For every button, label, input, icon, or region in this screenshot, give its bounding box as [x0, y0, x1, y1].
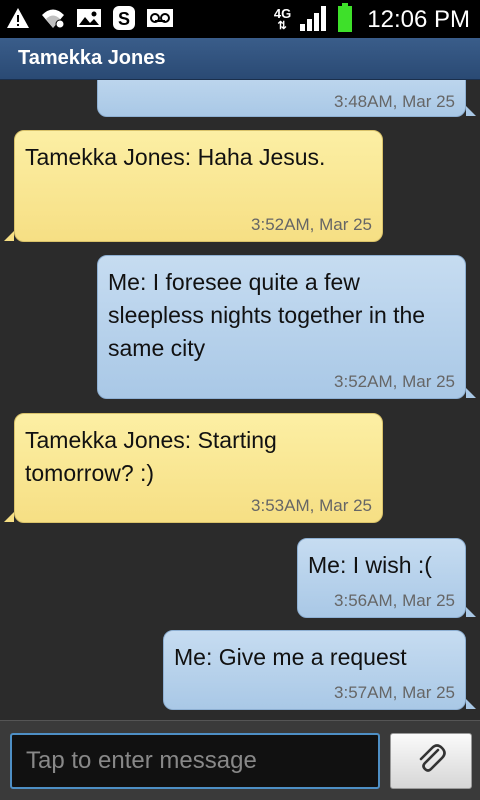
message-input[interactable] — [10, 733, 380, 789]
svg-text:S: S — [118, 9, 130, 29]
paperclip-icon — [414, 742, 448, 780]
message-timestamp: 3:52AM, Mar 25 — [334, 372, 455, 391]
message-text: Tamekka Jones: Starting tomorrow? :) — [25, 427, 277, 486]
status-bar: S 4G ⇅ 12:06 PM — [0, 0, 480, 38]
wifi-icon — [40, 6, 66, 34]
message-timestamp: 3:56AM, Mar 25 — [334, 591, 455, 610]
message-text: Tamekka Jones: Haha Jesus. — [25, 144, 326, 170]
battery-icon — [337, 3, 353, 37]
message-text: Me: Give me a request — [174, 644, 407, 670]
attach-button[interactable] — [390, 733, 472, 789]
bubble-tail — [4, 512, 14, 522]
message-bubble-incoming[interactable]: Tamekka Jones: Starting tomorrow? :) 3:5… — [14, 413, 383, 523]
message-text: Me: I wish :( — [308, 552, 432, 578]
message-bubble-incoming[interactable]: Tamekka Jones: Haha Jesus. 3:52AM, Mar 2… — [14, 130, 383, 242]
message-bubble-outgoing[interactable]: Me: I foresee quite a few sleepless nigh… — [97, 255, 466, 399]
message-timestamp: 3:52AM, Mar 25 — [251, 215, 372, 234]
bubble-tail — [466, 607, 476, 617]
notification-icons: S — [6, 5, 174, 35]
image-icon — [76, 6, 102, 34]
message-bubble-outgoing[interactable]: Me: I wish :( 3:56AM, Mar 25 — [297, 538, 466, 618]
skype-icon: S — [112, 5, 136, 35]
bubble-tail — [466, 699, 476, 709]
system-indicators: 4G ⇅ 12:06 PM — [274, 3, 470, 37]
conversation-header: Tamekka Jones — [0, 38, 480, 80]
warning-icon — [6, 6, 30, 34]
bubble-tail — [466, 106, 476, 116]
bubble-tail — [466, 388, 476, 398]
message-timestamp: 3:57AM, Mar 25 — [334, 683, 455, 702]
network-type: 4G ⇅ — [273, 6, 292, 32]
signal-icon — [299, 4, 329, 36]
contact-name: Tamekka Jones — [18, 47, 166, 69]
message-bubble-outgoing[interactable]: 3:48AM, Mar 25 — [97, 80, 466, 117]
clock: 12:06 PM — [367, 6, 470, 33]
voicemail-icon — [146, 6, 174, 34]
message-timestamp: 3:53AM, Mar 25 — [251, 496, 372, 515]
message-text: Me: I foresee quite a few sleepless nigh… — [108, 269, 426, 361]
composer-bar — [0, 720, 480, 800]
data-activity-icon: ⇅ — [277, 20, 288, 32]
message-bubble-outgoing[interactable]: Me: Give me a request 3:57AM, Mar 25 — [163, 630, 466, 710]
message-timestamp: 3:48AM, Mar 25 — [334, 92, 455, 111]
message-list[interactable]: 3:48AM, Mar 25 Tamekka Jones: Haha Jesus… — [0, 80, 480, 720]
bubble-tail — [4, 231, 14, 241]
